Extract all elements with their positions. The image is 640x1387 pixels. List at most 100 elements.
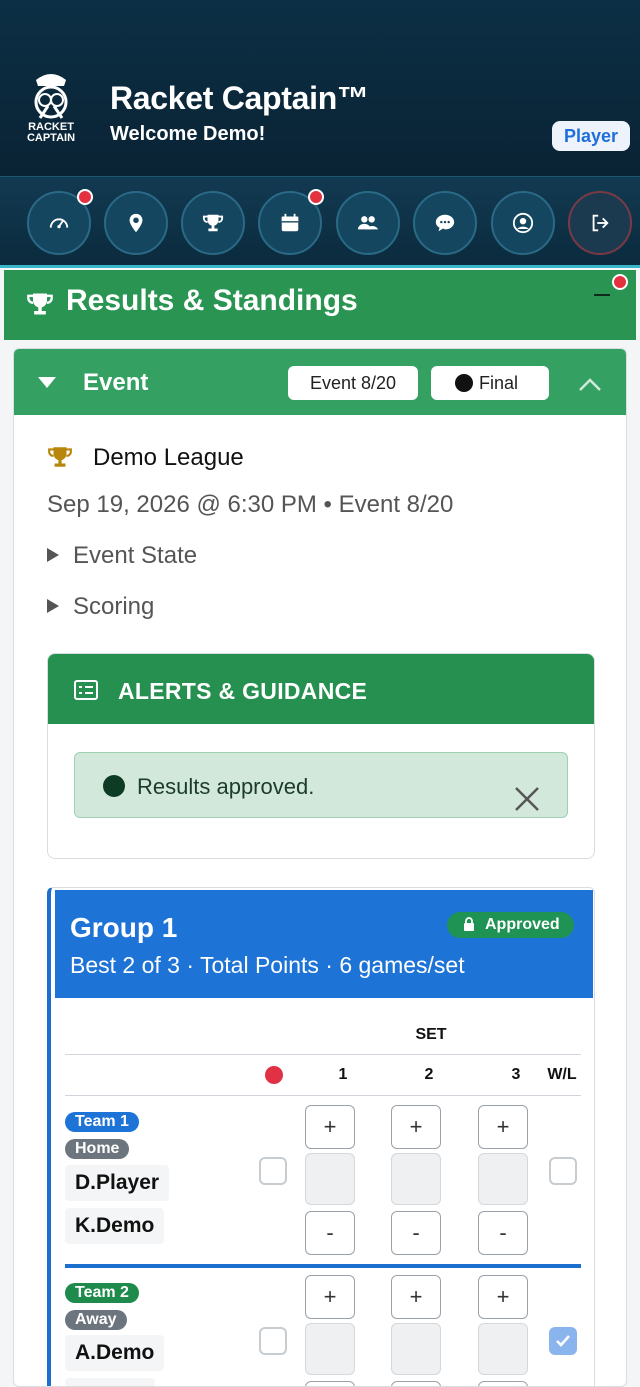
side-chip: Home	[65, 1139, 130, 1159]
win-checkbox[interactable]	[549, 1157, 577, 1185]
set-1-header: 1	[338, 1066, 348, 1083]
close-icon[interactable]	[513, 785, 541, 813]
alerts-header: ALERTS & GUIDANCE	[48, 654, 594, 724]
side-chip: Away	[65, 1310, 127, 1330]
event-card-header[interactable]: Event Event 8/20 Final	[14, 349, 626, 415]
set-3-score-input[interactable]	[478, 1153, 528, 1205]
group-format: Best 2 of 3 · Total Points · 6 games/set	[70, 952, 465, 978]
event-label: Event	[83, 369, 149, 396]
logout-icon	[592, 214, 609, 232]
minimize-button[interactable]	[594, 294, 610, 296]
set-3-header: 3	[511, 1066, 521, 1083]
scoring-toggle[interactable]: Scoring	[47, 593, 154, 621]
set-3-plus-button[interactable]: +	[478, 1275, 528, 1319]
nav-schedule-button[interactable]	[258, 189, 324, 255]
check-circle-icon	[455, 374, 473, 392]
disclosure-label: Scoring	[73, 593, 155, 620]
forfeit-checkbox[interactable]	[259, 1157, 287, 1185]
welcome-text: Welcome Demo!	[110, 123, 266, 145]
league-name: Demo League	[93, 444, 244, 471]
alerts-title: ALERTS & GUIDANCE	[118, 678, 368, 704]
disclosure-triangle-icon	[47, 547, 59, 562]
status-label: Final	[479, 373, 519, 393]
alert-dot	[77, 189, 93, 205]
results-standings-header: Results & Standings	[4, 270, 636, 340]
nav-venues-button[interactable]	[104, 191, 168, 255]
nav-logout-button[interactable]	[568, 191, 632, 255]
event-date: Sep 19, 2026 @ 6:30 PM • Event 8/20	[47, 491, 454, 518]
dashboard-icon	[49, 218, 69, 229]
team-chip: Team 2	[65, 1283, 139, 1303]
lock-icon	[464, 917, 474, 931]
chat-icon	[435, 214, 455, 232]
approved-badge: Approved	[447, 912, 574, 938]
nav-results-button[interactable]	[181, 191, 245, 255]
nav-profile-button[interactable]	[491, 191, 555, 255]
set-1-plus-button[interactable]: +	[305, 1105, 355, 1149]
set-2-minus-button[interactable]: -	[391, 1381, 441, 1386]
app-header: RACKET CAPTAIN Racket Captain™ Welcome D…	[0, 0, 640, 176]
set-2-plus-button[interactable]: +	[391, 1105, 441, 1149]
checklist-icon	[74, 680, 98, 700]
nav-bar	[0, 176, 640, 268]
trophy-icon	[48, 447, 72, 467]
logo-text-captain: CAPTAIN	[27, 132, 75, 144]
set-1-score-input[interactable]	[305, 1323, 355, 1375]
check-circle-icon	[103, 775, 125, 797]
set-2-header: 2	[424, 1066, 434, 1083]
calendar-icon	[281, 213, 299, 232]
racket-captain-logo: RACKET CAPTAIN	[27, 74, 75, 144]
location-pin-icon	[129, 213, 143, 233]
alerts-card: ALERTS & GUIDANCE Results approved.	[47, 653, 595, 859]
caret-down-icon	[38, 377, 56, 388]
set-3-plus-button[interactable]: +	[478, 1105, 528, 1149]
profile-icon	[512, 212, 534, 234]
set-3-minus-button[interactable]: -	[478, 1211, 528, 1255]
nav-team-button[interactable]	[336, 191, 400, 255]
section-title: Results & Standings	[66, 284, 358, 317]
app-title: Racket Captain™	[110, 80, 369, 116]
chevron-up-icon[interactable]	[578, 373, 602, 397]
divider	[65, 1054, 581, 1055]
event-card: Event Event 8/20 Final Demo League Sep 1…	[13, 348, 627, 1387]
set-2-score-input[interactable]	[391, 1323, 441, 1375]
set-3-score-input[interactable]	[478, 1323, 528, 1375]
group-title: Group 1	[70, 912, 178, 943]
forfeit-icon[interactable]	[265, 1066, 283, 1084]
set-1-minus-button[interactable]: -	[305, 1381, 355, 1386]
event-state-toggle[interactable]: Event State	[47, 542, 197, 570]
nav-dashboard-button[interactable]	[27, 189, 93, 255]
set-header: SET	[415, 1026, 447, 1043]
player-name: D.Player	[65, 1165, 170, 1201]
team-icon	[357, 216, 379, 230]
forfeit-checkbox[interactable]	[259, 1327, 287, 1355]
disclosure-triangle-icon	[47, 598, 59, 613]
alert-dot	[308, 189, 324, 205]
set-3-minus-button[interactable]: -	[478, 1381, 528, 1386]
alert-dot	[612, 274, 628, 290]
group-header: Group 1 Best 2 of 3 · Total Points · 6 g…	[55, 890, 593, 998]
trophy-icon	[27, 293, 53, 315]
set-1-minus-button[interactable]: -	[305, 1211, 355, 1255]
alert-message: Results approved.	[137, 774, 315, 799]
group-card: Group 1 Best 2 of 3 · Total Points · 6 g…	[47, 887, 595, 1386]
set-2-plus-button[interactable]: +	[391, 1275, 441, 1319]
set-1-score-input[interactable]	[305, 1153, 355, 1205]
player-name: A.Demo	[65, 1335, 165, 1371]
divider	[65, 1095, 581, 1096]
trophy-icon	[202, 214, 224, 232]
role-badge[interactable]: Player	[552, 121, 631, 151]
set-2-minus-button[interactable]: -	[391, 1211, 441, 1255]
set-2-score-input[interactable]	[391, 1153, 441, 1205]
event-number-pill: Event 8/20	[288, 366, 418, 400]
status-pill: Final	[431, 366, 549, 400]
badge-label: Approved	[485, 916, 560, 933]
set-1-plus-button[interactable]: +	[305, 1275, 355, 1319]
nav-chat-button[interactable]	[413, 191, 477, 255]
player-name	[65, 1378, 155, 1386]
win-checkbox[interactable]	[549, 1327, 577, 1355]
player-name: K.Demo	[65, 1208, 165, 1244]
team-divider	[65, 1264, 581, 1268]
wl-header: W/L	[547, 1066, 577, 1083]
disclosure-label: Event State	[73, 542, 198, 569]
